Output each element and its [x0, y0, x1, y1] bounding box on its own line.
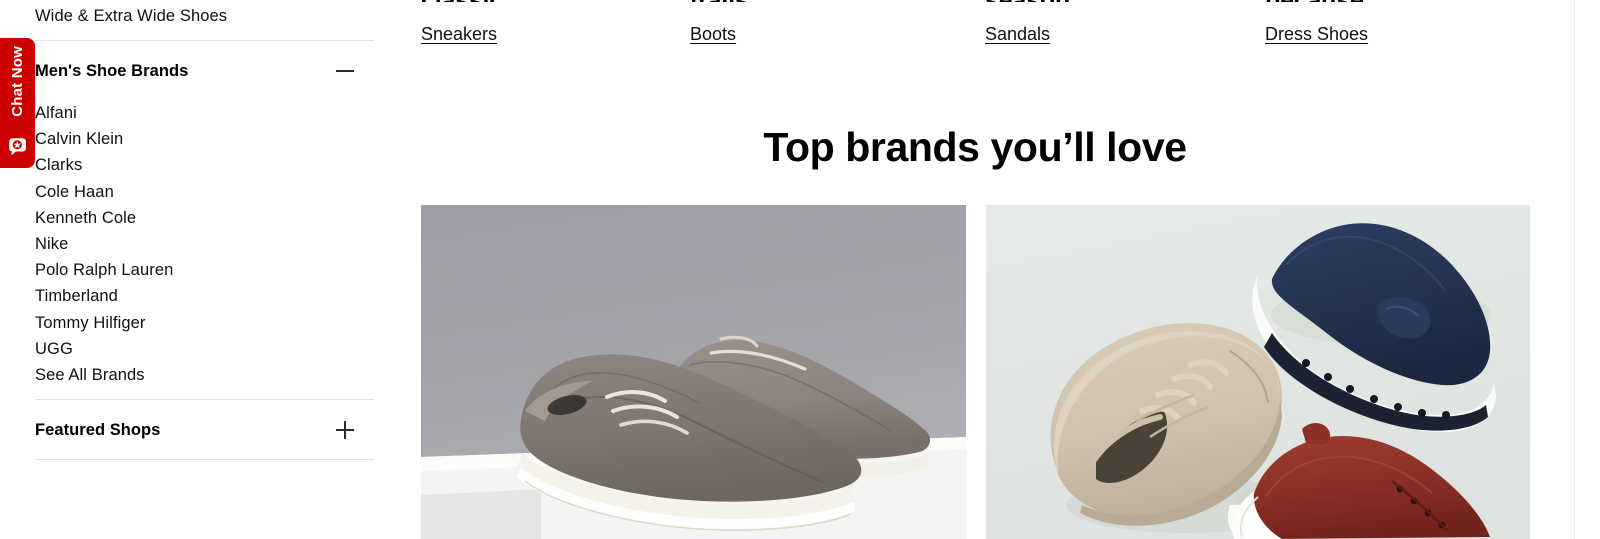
top-brands-heading: Top brands you’ll love	[763, 124, 1187, 170]
sidebar-divider-middle	[35, 399, 374, 400]
promo-heading: trails	[690, 0, 960, 2]
promo-heading: season	[985, 0, 1255, 2]
list-item-see-all-brands[interactable]: See All Brands	[35, 362, 374, 388]
brand-list: Alfani Calvin Klein Clarks Cole Haan Ken…	[35, 100, 374, 388]
assorted-shoes-tile[interactable]	[986, 205, 1530, 539]
list-item[interactable]: Polo Ralph Lauren	[35, 257, 374, 283]
sidebar-divider-bottom	[35, 459, 374, 460]
sidebar-link-wide-extra-wide-shoes[interactable]: Wide & Extra Wide Shoes	[35, 5, 227, 27]
assorted-shoes-image	[986, 205, 1530, 539]
chat-bubble-icon	[9, 138, 26, 156]
sidebar-divider-top	[35, 40, 374, 41]
promo-link-boots[interactable]: Boots	[690, 22, 736, 46]
sidebar-section-title: Men's Shoe Brands	[35, 62, 189, 80]
promo-heading: classic	[421, 0, 691, 2]
promo-link-dress-shoes[interactable]: Dress Shoes	[1265, 22, 1368, 46]
list-item[interactable]: Kenneth Cole	[35, 205, 374, 231]
chat-now-tab[interactable]: Chat Now	[0, 38, 35, 168]
list-item[interactable]: Calvin Klein	[35, 126, 374, 152]
list-item[interactable]: Alfani	[35, 100, 374, 126]
promo-heading: because	[1265, 0, 1535, 2]
list-item[interactable]: Cole Haan	[35, 179, 374, 205]
page-root: classic Sneakers trails Boots season San…	[0, 0, 1600, 539]
promo-column-because: because Dress Shoes	[1265, 0, 1535, 46]
list-item[interactable]: UGG	[35, 336, 374, 362]
promo-link-sneakers[interactable]: Sneakers	[421, 22, 497, 46]
minus-icon[interactable]	[336, 62, 354, 80]
list-item[interactable]: Tommy Hilfiger	[35, 310, 374, 336]
sidebar-section-featured-shops[interactable]: Featured Shops	[35, 419, 374, 441]
list-item[interactable]: Timberland	[35, 283, 374, 309]
left-nav-sidebar: Wide & Extra Wide Shoes Men's Shoe Brand…	[0, 0, 400, 539]
chat-now-label: Chat Now	[9, 46, 26, 117]
promo-link-sandals[interactable]: Sandals	[985, 22, 1050, 46]
plus-icon[interactable]	[336, 421, 354, 439]
sidebar-section-title: Featured Shops	[35, 421, 161, 439]
gray-casual-shoes-tile[interactable]	[421, 205, 966, 539]
promo-column-season: season Sandals	[985, 0, 1255, 46]
promo-column-trails: trails Boots	[690, 0, 960, 46]
promo-category-row: classic Sneakers trails Boots season San…	[400, 0, 1574, 80]
list-item[interactable]: Nike	[35, 231, 374, 257]
sidebar-section-mens-shoe-brands[interactable]: Men's Shoe Brands	[35, 60, 374, 82]
promo-column-classic: classic Sneakers	[421, 0, 691, 46]
gray-casual-shoes-image	[421, 205, 966, 539]
list-item[interactable]: Clarks	[35, 152, 374, 178]
vertical-scrollbar[interactable]	[1574, 0, 1600, 539]
